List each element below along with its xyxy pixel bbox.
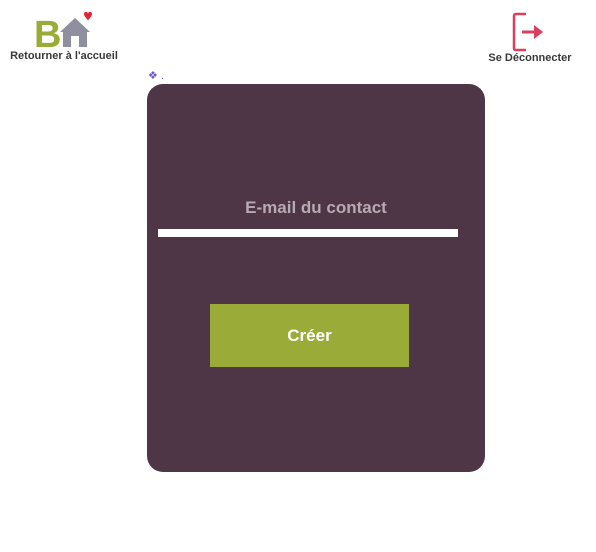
home-link-label: Retourner à l'accueil xyxy=(10,50,118,62)
home-logo-icon: B xyxy=(34,10,94,56)
create-contact-card: E-mail du contact Créer xyxy=(147,84,485,472)
email-field[interactable] xyxy=(158,229,458,237)
logout-link[interactable]: Se Déconnecter xyxy=(486,12,574,68)
home-link[interactable]: B Retourner à l'accueil xyxy=(8,10,120,66)
create-button[interactable]: Créer xyxy=(210,304,409,367)
email-field-label: E-mail du contact xyxy=(245,198,387,217)
logout-link-label: Se Déconnecter xyxy=(488,52,572,64)
logout-icon xyxy=(512,12,548,52)
logo-letter: B xyxy=(34,14,61,50)
sparkle-icon: ❖ . xyxy=(148,70,164,82)
